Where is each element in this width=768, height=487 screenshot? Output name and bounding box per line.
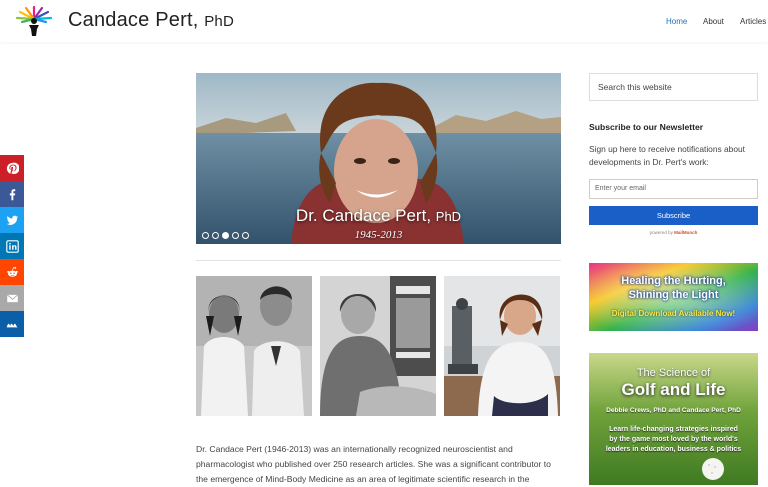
slider-dot-1[interactable] [202,232,209,239]
photo-poster-portrait[interactable] [320,276,436,416]
site-title[interactable]: Candace Pert, PhD [68,9,234,32]
facebook-icon [9,188,15,200]
nav-articles[interactable]: Articles [740,17,766,26]
healing-ad-line2: Shining the Light [628,289,719,301]
healing-ad-line3: Digital Download Available Now! [611,309,736,318]
nav-home[interactable]: Home [666,17,687,26]
slider-dot-2[interactable] [212,232,219,239]
photo-lab-colleagues[interactable] [196,276,312,416]
slider-pagination [202,232,249,239]
twitter-share-button[interactable] [0,207,24,233]
site-header: Candace Pert, PhD Home About Articles [0,0,768,42]
newsletter-title: Subscribe to our Newsletter [589,122,704,132]
newsletter-email-field[interactable]: Enter your email [589,179,758,199]
pinterest-share-button[interactable] [0,155,24,181]
golf-ad-line3: Debbie Crews, PhD and Candace Pert, PhD [606,407,741,414]
search-input[interactable]: Search this website [589,73,758,101]
reddit-share-button[interactable] [0,259,24,285]
reddit-icon [6,266,18,277]
linkedin-icon [5,239,19,253]
nav-about[interactable]: About [703,17,724,26]
email-icon [6,294,18,302]
pinterest-icon [6,162,19,174]
golf-ad-line4: Learn life-changing strategies inspired [609,426,738,433]
slider-dot-3[interactable] [222,232,229,239]
hero-slider[interactable]: Dr. Candace Pert, PhD 1945-2013 [196,73,561,244]
golf-ad-line2: Golf and Life [621,380,726,399]
email-share-button[interactable] [0,285,24,311]
healing-hurting-ad-banner[interactable]: Healing the Hurting, Shining the Light D… [589,263,758,331]
site-title-suffix: PhD [204,13,234,30]
golf-ad-line5: by the game most loved by the world's [609,436,738,443]
mailmunch-brand: MailMunch [674,230,698,235]
hero-caption-suffix: PhD [435,209,462,224]
photo-poster-portrait-image [320,276,436,416]
powered-by-mailmunch[interactable]: powered by MailMunch [589,230,758,235]
sumome-share-button[interactable] [0,311,24,337]
subscribe-button[interactable]: Subscribe [589,206,758,225]
sumome-icon [6,323,18,327]
social-share-bar [0,155,24,337]
golf-ad-line6: leaders in education, business & politic… [605,446,742,453]
healing-ad-line1: Healing the Hurting, [621,275,726,287]
facebook-share-button[interactable] [0,181,24,207]
newsletter-description: Sign up here to receive notifications ab… [589,144,745,167]
twitter-icon [6,215,18,225]
photo-microscope-portrait-image [444,276,560,416]
golf-ad-line1: The Science of [636,367,711,379]
intro-line: pharmacologist who published over 250 re… [196,459,551,469]
tree-logo-icon[interactable] [12,3,56,37]
hero-caption-years: 1945-2013 [354,229,403,241]
photo-microscope-portrait[interactable] [444,276,560,416]
photo-lab-colleagues-image [196,276,312,416]
linkedin-share-button[interactable] [0,233,24,259]
slider-dot-4[interactable] [232,232,239,239]
science-of-golf-ad-banner[interactable]: The Science of Golf and Life Debbie Crew… [589,353,758,485]
intro-paragraph: Dr. Candace Pert (1946-2013) was an inte… [196,442,568,487]
content-divider [196,260,561,261]
slider-dot-5[interactable] [242,232,249,239]
hero-caption-name: Dr. Candace Pert, PhD [295,206,462,225]
intro-line: Dr. Candace Pert (1946-2013) was an inte… [196,444,513,454]
